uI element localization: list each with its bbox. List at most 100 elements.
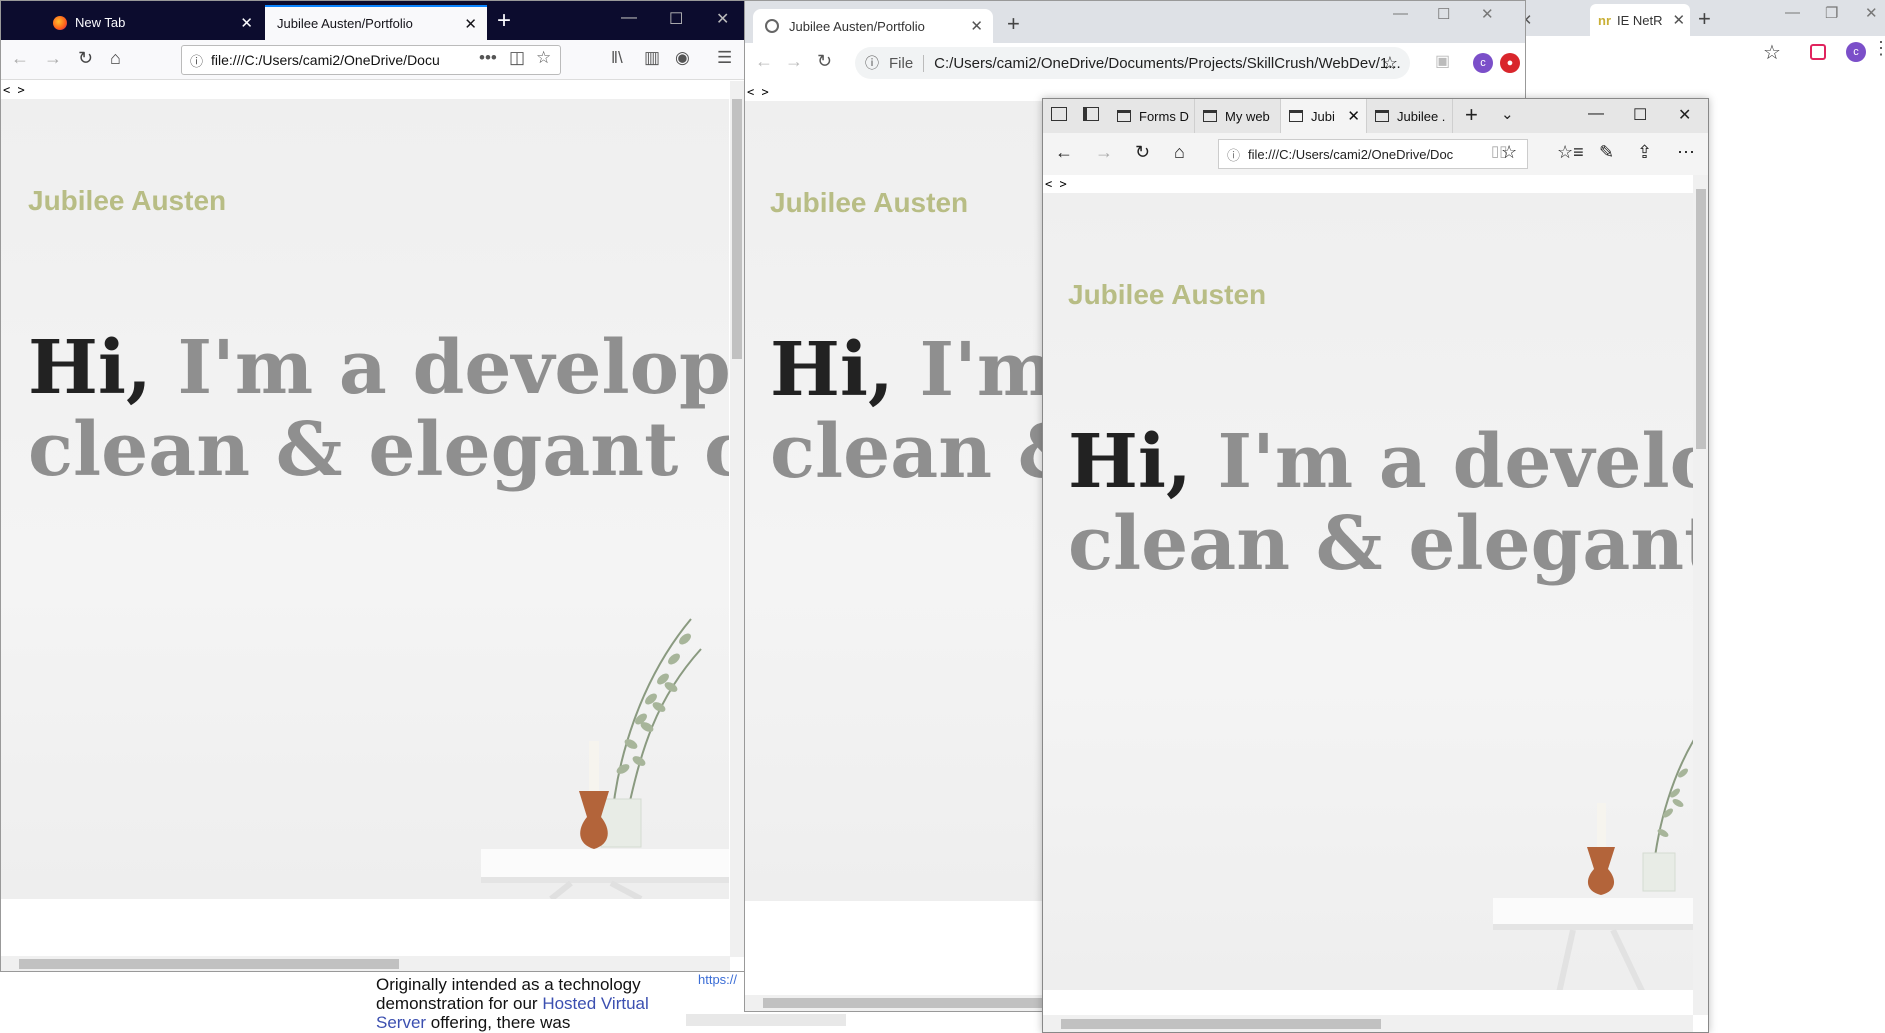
pocket-icon[interactable]: ▣ <box>1435 51 1450 71</box>
address-bar[interactable]: ⓘ File C:/Users/cami2/OneDrive/Documents… <box>855 47 1410 79</box>
close-icon[interactable]: ✕ <box>464 15 477 33</box>
maximize-icon[interactable]: ☐ <box>1437 5 1450 23</box>
account-icon[interactable]: ◉ <box>675 48 690 68</box>
site-logo[interactable]: Jubilee Austen <box>770 187 968 219</box>
sidebar-icon[interactable]: ▥ <box>644 48 660 68</box>
source-markers: < > <box>1045 177 1067 191</box>
tab-jubilee[interactable]: Jubilee . <box>1367 99 1453 133</box>
pocket-icon[interactable] <box>1810 44 1826 60</box>
close-icon[interactable]: ✕ <box>240 14 253 32</box>
minimize-icon[interactable]: — <box>1588 105 1604 123</box>
star-icon[interactable]: ☆ <box>1763 40 1781 65</box>
library-icon[interactable]: ‖\ <box>611 48 623 68</box>
info-icon[interactable]: ⓘ <box>1227 145 1240 164</box>
source-markers: < > <box>3 83 25 97</box>
tab-portfolio[interactable]: Jubilee Austen/Portfolio ✕ <box>265 5 487 40</box>
forward-arrow-icon[interactable]: → <box>44 48 62 69</box>
menu-icon[interactable]: ☰ <box>717 48 732 68</box>
new-tab-button[interactable]: + <box>1698 6 1711 32</box>
home-icon[interactable]: ⌂ <box>1174 142 1185 163</box>
globe-icon <box>765 19 779 33</box>
file-chip: File <box>889 54 925 72</box>
restore-icon[interactable]: ❐ <box>1825 4 1838 22</box>
page-footer-area <box>1 899 730 956</box>
address-bar[interactable]: ⓘ file:///C:/Users/cami2/OneDrive/Doc <box>1218 139 1528 169</box>
forward-arrow-icon[interactable]: → <box>1095 142 1113 163</box>
tab-preview-icon[interactable] <box>1051 107 1067 121</box>
reload-icon[interactable]: ↻ <box>1135 142 1150 163</box>
vertical-scroll-thumb[interactable] <box>1696 189 1706 449</box>
tab-label: Jubilee Austen/Portfolio <box>789 18 925 34</box>
tab-strip: Jubilee Austen/Portfolio ✕ + — ☐ ✕ <box>745 1 1525 43</box>
back-arrow-icon[interactable]: ← <box>755 51 773 72</box>
set-aside-icon[interactable] <box>1083 107 1099 121</box>
tab-forms[interactable]: Forms D <box>1109 99 1195 133</box>
close-window-icon[interactable]: ✕ <box>1481 5 1494 23</box>
star-icon[interactable]: ☆ <box>1382 53 1398 74</box>
close-window-icon[interactable]: ✕ <box>1865 4 1878 22</box>
url-bar[interactable]: ⓘ file:///C:/Users/cami2/OneDrive/Docu <box>181 45 561 75</box>
maximize-icon[interactable]: ☐ <box>1633 105 1647 125</box>
close-icon[interactable]: ✕ <box>1673 11 1686 29</box>
tab-label: Jubilee . <box>1397 108 1446 124</box>
background-chrome-window: ebo ✕ nr IE NetR ✕ + — ❐ ✕ ☆ c ⋮ <box>1480 0 1885 80</box>
site-logo[interactable]: Jubilee Austen <box>28 185 226 217</box>
info-icon[interactable]: ⓘ <box>190 51 203 70</box>
tab-label: New Tab <box>75 15 126 30</box>
site-logo[interactable]: Jubilee Austen <box>1068 279 1266 311</box>
hero-line2: clean & elegant code <box>28 407 729 493</box>
tab-new-tab[interactable]: New Tab ✕ <box>41 5 263 40</box>
back-arrow-icon[interactable]: ← <box>1055 142 1073 163</box>
mini-toolbar <box>686 1014 846 1026</box>
extension-icon[interactable]: ● <box>1500 53 1520 73</box>
share-icon[interactable]: ⇪ <box>1637 142 1652 163</box>
pen-icon[interactable]: ✎ <box>1599 142 1614 163</box>
more-icon[interactable]: ••• <box>479 48 497 68</box>
close-window-icon[interactable]: ✕ <box>1678 105 1691 125</box>
forward-arrow-icon[interactable]: → <box>785 51 803 72</box>
new-tab-button[interactable]: + <box>1007 11 1020 37</box>
minimize-icon[interactable]: — <box>621 9 637 27</box>
edge-window: Forms D My web Jubi ✕ Jubilee . + ⌄ — ☐ … <box>1042 98 1709 1033</box>
tab-strip: ebo ✕ nr IE NetR ✕ + — ❐ ✕ <box>1480 0 1885 36</box>
page-icon <box>1289 110 1303 122</box>
tab-portfolio[interactable]: Jubilee Austen/Portfolio ✕ <box>753 9 993 43</box>
avatar[interactable]: c <box>1846 42 1866 62</box>
hero-heading: Hi, I'm a developer that writes clean & … <box>28 327 729 491</box>
star-icon[interactable]: ☆ <box>1501 142 1517 163</box>
table-vase-illustration <box>481 618 729 899</box>
close-icon[interactable]: ✕ <box>970 17 983 35</box>
avatar[interactable]: c <box>1473 53 1493 73</box>
vertical-scroll-thumb[interactable] <box>732 99 742 359</box>
info-icon[interactable]: ⓘ <box>865 53 879 73</box>
favorites-icon[interactable]: ☆≡ <box>1557 142 1584 163</box>
pocket-icon[interactable]: ◫ <box>509 48 525 68</box>
star-icon[interactable]: ☆ <box>536 48 551 68</box>
page-icon <box>1117 110 1131 122</box>
navigation-bar: ← → ↻ ⌂ ⓘ file:///C:/Users/cami2/OneDriv… <box>1 40 744 80</box>
maximize-icon[interactable]: ☐ <box>669 9 683 29</box>
tab-label: My web <box>1225 108 1270 124</box>
navigation-bar: ← → ↻ ⌂ ⓘ file:///C:/Users/cami2/OneDriv… <box>1043 133 1708 175</box>
hero-line1: I'm a developer that writes <box>177 325 729 411</box>
tab-my-web[interactable]: My web <box>1195 99 1281 133</box>
page-icon <box>1203 110 1217 122</box>
horizontal-scroll-thumb[interactable] <box>19 959 399 969</box>
close-icon[interactable]: ✕ <box>1345 107 1360 125</box>
minimize-icon[interactable]: — <box>1785 4 1800 21</box>
url-text[interactable]: https:// <box>698 972 737 987</box>
more-icon[interactable]: ⋯ <box>1677 142 1695 163</box>
reload-icon[interactable]: ↻ <box>817 51 832 72</box>
tab-ie-netrenderer[interactable]: nr IE NetR ✕ <box>1590 4 1690 36</box>
plus-icon[interactable]: + <box>1465 102 1478 128</box>
new-tab-button[interactable]: + <box>497 7 511 35</box>
home-icon[interactable]: ⌂ <box>110 48 121 69</box>
chevron-down-icon[interactable]: ⌄ <box>1501 105 1514 123</box>
reload-icon[interactable]: ↻ <box>78 48 93 69</box>
close-window-icon[interactable]: ✕ <box>716 9 729 29</box>
tab-jubilee-active[interactable]: Jubi ✕ <box>1281 99 1367 133</box>
horizontal-scroll-thumb[interactable] <box>1061 1019 1381 1029</box>
back-arrow-icon[interactable]: ← <box>11 48 29 69</box>
minimize-icon[interactable]: — <box>1393 5 1408 22</box>
menu-icon[interactable]: ⋮ <box>1872 38 1885 59</box>
